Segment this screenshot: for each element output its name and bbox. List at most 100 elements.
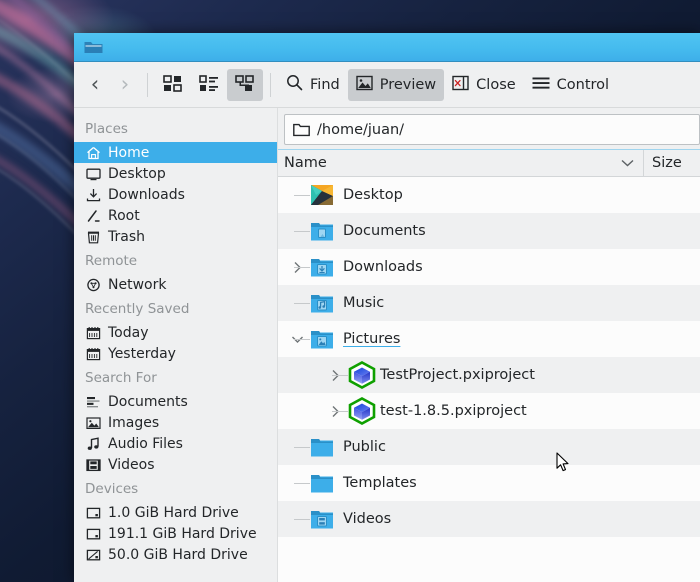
table-row[interactable]: Public [278,429,700,465]
table-row[interactable]: TestProject.pxiproject [278,357,700,393]
tree-connector [294,483,310,484]
network-icon [85,277,101,293]
table-row[interactable]: Templates [278,465,700,501]
sidebar-item-videos[interactable]: Videos [74,454,277,475]
sidebar-item-hard-drive-3[interactable]: 50.0 GiB Hard Drive [74,544,277,565]
file-name: Pictures [343,331,401,347]
file-name: TestProject.pxiproject [380,367,535,383]
folder-videos-icon [310,507,334,531]
sidebar-item-hard-drive-1[interactable]: 1.0 GiB Hard Drive [74,502,277,523]
icons-view-icon [163,74,183,96]
file-name: Documents [343,223,426,239]
video-icon [85,457,101,473]
sidebar-item-today[interactable]: Today [74,322,277,343]
table-row[interactable]: Desktop [278,177,700,213]
sidebar-item-root[interactable]: Root [74,205,277,226]
column-header-name[interactable]: Name [278,150,644,176]
tree-connector [294,447,310,448]
sidebar-item-downloads[interactable]: Downloads [74,184,277,205]
sidebar-item-label: Desktop [108,165,166,182]
search-icon [286,74,303,95]
file-name: Music [343,295,385,311]
compact-view-icon [199,74,219,96]
sidebar-section-search-for-title: Search For [85,370,157,386]
table-row[interactable]: Videos [278,501,700,537]
sidebar-item-images[interactable]: Images [74,412,277,433]
hamburger-menu-icon [532,76,550,94]
view-compact-button[interactable] [191,69,227,101]
sidebar-item-home[interactable]: Home [74,142,277,163]
close-label: Close [476,76,516,93]
file-name: test-1.8.5.pxiproject [380,403,527,419]
sidebar-item-network[interactable]: Network [74,274,277,295]
view-icons-button[interactable] [155,69,191,101]
sidebar-item-label: Downloads [108,186,185,203]
chevron-down-icon[interactable] [621,155,634,171]
desktop-special-icon [310,183,334,207]
sidebar-item-label: Yesterday [108,345,176,362]
desktop: ‹ › Find Preview Close Control Places Ho… [0,0,700,582]
table-row[interactable]: Downloads [278,249,700,285]
file-dialog-window: ‹ › Find Preview Close Control Places Ho… [74,33,700,582]
folder-music-icon [310,291,334,315]
file-list[interactable]: Desktop Documents Downloads Music Pictur… [278,177,700,582]
tree-connector [294,267,310,268]
detail-view-icon [235,74,255,96]
documents-icon [85,394,101,410]
sidebar-section-recently-saved-title: Recently Saved [85,301,190,317]
column-header-name-label: Name [284,155,327,171]
folder-icon [310,435,334,459]
sidebar-item-label: Images [108,414,160,431]
back-button[interactable]: ‹ [80,69,110,101]
tree-connector [294,519,310,520]
folder-icon [310,471,334,495]
image-icon [85,415,101,431]
column-header-size-label: Size [652,155,682,171]
sidebar-item-label: Trash [108,228,145,245]
tree-connector [332,411,348,412]
column-header-size[interactable]: Size [644,150,700,176]
file-name: Public [343,439,386,455]
file-name: Downloads [343,259,423,275]
tree-connector [294,231,310,232]
chevron-left-icon: ‹ [90,72,100,96]
current-path: /home/juan/ [317,121,405,138]
view-detail-button[interactable] [227,68,263,101]
download-icon [85,187,101,203]
location-bar[interactable]: /home/juan/ [284,114,700,145]
control-button[interactable]: Control [524,69,617,101]
sidebar-item-hard-drive-2[interactable]: 191.1 GiB Hard Drive [74,523,277,544]
window-body: Places Home Desktop Downloads Root Trash… [74,108,700,582]
location-bar-wrapper: /home/juan/ [278,108,700,149]
preview-button[interactable]: Preview [347,68,445,101]
preview-label: Preview [379,76,437,93]
sidebar-item-desktop[interactable]: Desktop [74,163,277,184]
forward-button[interactable]: › [110,69,140,101]
table-row[interactable]: Pictures [278,321,700,357]
toolbar-separator-1 [147,72,148,97]
places-sidebar: Places Home Desktop Downloads Root Trash… [74,108,278,582]
sidebar-item-audio-files[interactable]: Audio Files [74,433,277,454]
table-row[interactable]: Documents [278,213,700,249]
window-titlebar[interactable] [74,33,700,62]
trash-icon [85,229,101,245]
sidebar-item-label: Today [108,324,149,341]
harddrive-icon [85,505,101,521]
tree-connector [294,303,310,304]
close-button[interactable]: Close [444,69,524,101]
table-row[interactable]: Music [278,285,700,321]
sidebar-item-label: 191.1 GiB Hard Drive [108,525,257,542]
audio-icon [85,436,101,452]
sidebar-item-label: Videos [108,456,155,473]
harddrive-mounted-icon [85,547,101,563]
sidebar-item-documents[interactable]: Documents [74,391,277,412]
sidebar-item-label: Root [108,207,140,224]
sidebar-item-yesterday[interactable]: Yesterday [74,343,277,364]
pxiproject-icon [348,397,376,425]
tree-connector [332,375,348,376]
find-button[interactable]: Find [278,69,348,101]
control-label: Control [556,76,610,93]
calendar-icon [85,325,101,341]
table-row[interactable]: test-1.8.5.pxiproject [278,393,700,429]
sidebar-item-trash[interactable]: Trash [74,226,277,247]
